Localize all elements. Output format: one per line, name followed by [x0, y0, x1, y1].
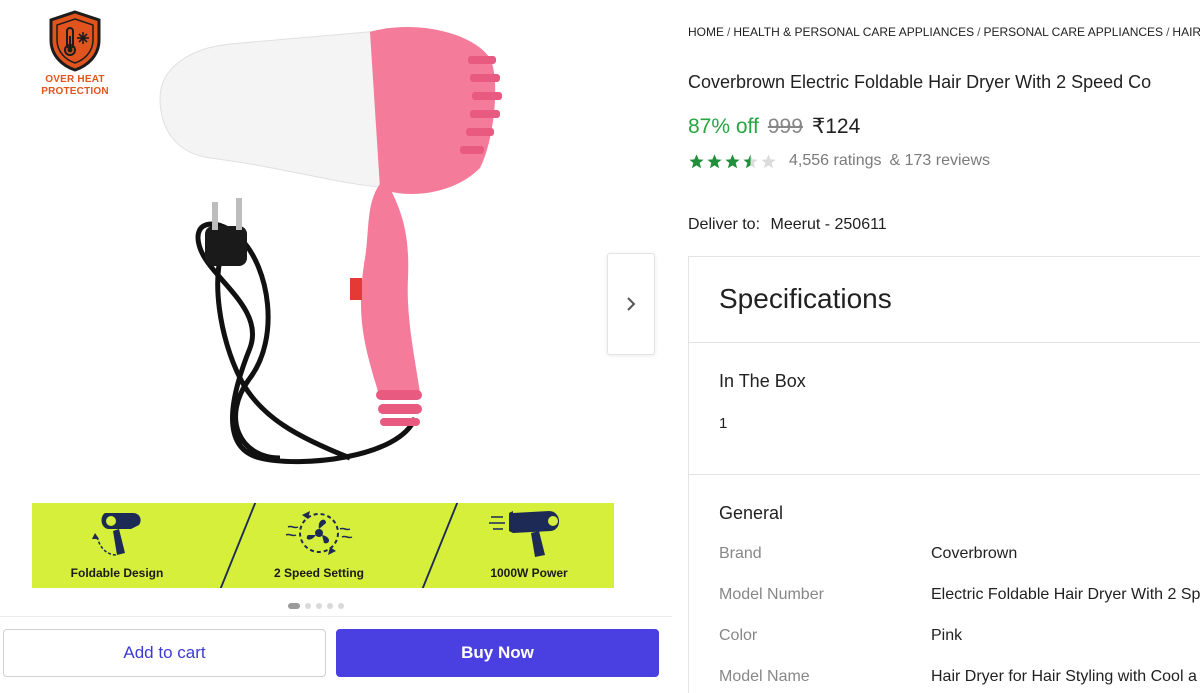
- specifications-header: Specifications: [689, 257, 1200, 343]
- specifications-panel: Specifications In The Box 1 General Bran…: [688, 256, 1200, 693]
- product-title: Coverbrown Electric Foldable Hair Dryer …: [688, 72, 1152, 92]
- spec-key: Model Number: [719, 586, 824, 603]
- carousel-dot-active[interactable]: [288, 603, 300, 609]
- spec-row: Model Number Electric Foldable Hair Drye…: [689, 586, 1200, 610]
- star-half-icon: [743, 153, 758, 168]
- spec-value: Hair Dryer for Hair Styling with Cool a: [931, 668, 1197, 685]
- fan-speed-icon: [285, 511, 353, 555]
- breadcrumb: HOME / HEALTH & PERSONAL CARE APPLIANCES / P…: [688, 25, 1200, 39]
- discount-percent: 87% off: [688, 115, 759, 138]
- spec-key: Color: [719, 627, 758, 644]
- purchase-actions: Add to cart Buy Now: [0, 616, 672, 693]
- power-dryer-icon: [489, 511, 560, 557]
- add-to-cart-button[interactable]: Add to cart: [3, 629, 326, 677]
- spec-row: Color Pink: [689, 627, 1200, 651]
- spec-value: Pink: [931, 627, 963, 644]
- star-full-icon: [689, 153, 704, 168]
- star-rating: [688, 153, 777, 170]
- carousel-dot[interactable]: [316, 603, 322, 609]
- delivery-location[interactable]: Deliver to: Meerut - 250611: [688, 216, 887, 234]
- shield-thermometer-icon: [49, 10, 101, 72]
- chevron-right-icon: [627, 297, 636, 311]
- feature-speed: 2 Speed Setting: [234, 503, 404, 588]
- feature-label: Foldable Design: [70, 566, 164, 580]
- feature-banner: Foldable Design 2 Speed Setting 1000W Po…: [32, 503, 614, 588]
- original-price: 999: [767, 115, 803, 138]
- reviews-count[interactable]: & 173 reviews: [890, 152, 991, 170]
- image-carousel-dots: [288, 602, 344, 610]
- carousel-dot[interactable]: [305, 603, 311, 609]
- spec-value: Electric Foldable Hair Dryer With 2 Sp: [931, 586, 1200, 603]
- feature-foldable: Foldable Design: [32, 503, 202, 588]
- breadcrumb-item[interactable]: HAIR D: [1172, 25, 1200, 39]
- star-full-icon: [725, 153, 740, 168]
- in-the-box-value: 1: [719, 415, 728, 432]
- spec-row: Brand Coverbrown: [689, 545, 1200, 569]
- deliver-location-value: Meerut - 250611: [770, 216, 887, 233]
- spec-section-general: General Brand Coverbrown Model Number El…: [689, 475, 1200, 693]
- breadcrumb-item[interactable]: PERSONAL CARE APPLIANCES: [983, 25, 1163, 39]
- specifications-heading: Specifications: [719, 283, 892, 314]
- deliver-label: Deliver to:: [688, 216, 761, 233]
- rating-row: 4,556 ratings & 173 reviews: [688, 152, 990, 170]
- price-row: 87% off 999 ₹124: [688, 114, 860, 139]
- buy-now-button[interactable]: Buy Now: [336, 629, 659, 677]
- section-title: In The Box: [719, 371, 806, 391]
- feature-label: 2 Speed Setting: [273, 566, 365, 580]
- feature-power: 1000W Power: [444, 503, 614, 588]
- product-gallery: OVER HEAT PROTECTION Foldable Design 2 S…: [0, 0, 672, 693]
- selling-price: ₹124: [811, 115, 861, 138]
- badge-text-line2: PROTECTION: [41, 86, 109, 97]
- overheat-protection-badge: OVER HEAT PROTECTION: [30, 10, 120, 98]
- next-image-button[interactable]: [607, 253, 655, 355]
- badge-text-line1: OVER HEAT: [45, 74, 105, 85]
- spec-value: Coverbrown: [931, 545, 1018, 562]
- carousel-dot[interactable]: [327, 603, 333, 609]
- foldable-dryer-icon: [92, 513, 141, 556]
- star-empty-icon: [761, 153, 776, 168]
- product-image[interactable]: [150, 18, 510, 488]
- carousel-dot[interactable]: [338, 603, 344, 609]
- spec-key: Model Name: [719, 668, 810, 685]
- spec-row: Model Name Hair Dryer for Hair Styling w…: [689, 668, 1200, 692]
- ratings-count[interactable]: 4,556 ratings: [789, 152, 882, 170]
- breadcrumb-item[interactable]: HEALTH & PERSONAL CARE APPLIANCES: [733, 25, 974, 39]
- hair-dryer-illustration: [159, 27, 502, 465]
- spec-section-in-the-box: In The Box 1: [689, 343, 1200, 475]
- product-details: HOME / HEALTH & PERSONAL CARE APPLIANCES / P…: [688, 0, 1200, 693]
- spec-key: Brand: [719, 545, 762, 562]
- section-title: General: [719, 503, 784, 523]
- star-full-icon: [707, 153, 722, 168]
- feature-label: 1000W Power: [490, 566, 568, 580]
- breadcrumb-item[interactable]: HOME: [688, 25, 724, 39]
